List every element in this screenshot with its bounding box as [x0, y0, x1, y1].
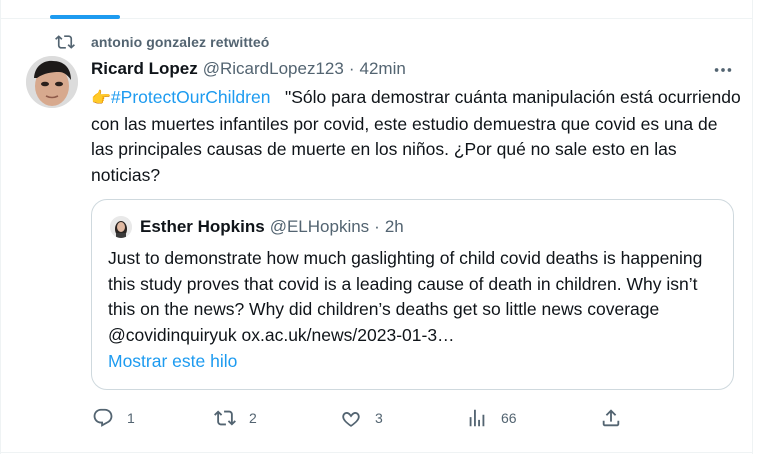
- retweet-button[interactable]: 2: [214, 404, 257, 432]
- tweet-actions: 1 2 3 66: [0, 404, 753, 432]
- quoted-avatar: [110, 216, 132, 238]
- retweet-attribution: antonio gonzalez retwitteó: [91, 34, 270, 50]
- retweet-icon: [55, 35, 75, 49]
- tweet-timestamp[interactable]: 42min: [360, 59, 406, 79]
- share-button[interactable]: [600, 404, 622, 432]
- quoted-author-name: Esther Hopkins: [140, 217, 265, 236]
- avatar[interactable]: [26, 56, 78, 108]
- hashtag-link[interactable]: #ProtectOurChildren: [111, 87, 271, 107]
- retweet-context[interactable]: antonio gonzalez retwitteó: [55, 33, 269, 51]
- pointing-hand-icon: 👉: [91, 90, 111, 107]
- bottom-divider: [0, 452, 753, 453]
- tweet-text: 👉#ProtectOurChildren "Sólo para demostra…: [91, 85, 741, 188]
- view-count: 66: [501, 410, 517, 426]
- right-border: [752, 0, 753, 454]
- views-icon: [469, 409, 485, 427]
- like-count: 3: [375, 410, 383, 426]
- left-border: [0, 0, 1, 454]
- reply-button[interactable]: 1: [92, 404, 135, 432]
- author-handle[interactable]: @RicardLopez123: [203, 59, 344, 79]
- like-button[interactable]: 3: [340, 404, 383, 432]
- share-icon: [602, 409, 620, 427]
- views-button[interactable]: 66: [466, 404, 517, 432]
- quoted-tweet[interactable]: Esther Hopkins @ELHopkins · 2h Just to d…: [91, 199, 734, 390]
- reply-icon: [93, 408, 113, 427]
- retweet-icon: [214, 410, 236, 426]
- header-separator: ·: [348, 59, 355, 78]
- more-options-button[interactable]: [706, 60, 740, 80]
- author-name[interactable]: Ricard Lopez: [91, 59, 198, 79]
- quoted-tweet-text: Just to demonstrate how much gaslighting…: [108, 248, 703, 345]
- show-thread-link[interactable]: Mostrar este hilo: [108, 351, 237, 372]
- reply-count: 1: [127, 410, 135, 426]
- tweet-header: Ricard Lopez @RicardLopez123 · 42min: [91, 58, 406, 80]
- quoted-timestamp: 2h: [384, 217, 404, 236]
- quoted-author-handle: @ELHopkins: [269, 217, 370, 236]
- quoted-separator: ·: [374, 217, 380, 236]
- retweet-count: 2: [249, 410, 257, 426]
- quoted-tweet-header: Esther Hopkins @ELHopkins · 2h: [110, 215, 404, 239]
- active-tab-indicator: [50, 15, 120, 19]
- more-dots-icon: [714, 68, 732, 72]
- heart-icon: [342, 412, 360, 427]
